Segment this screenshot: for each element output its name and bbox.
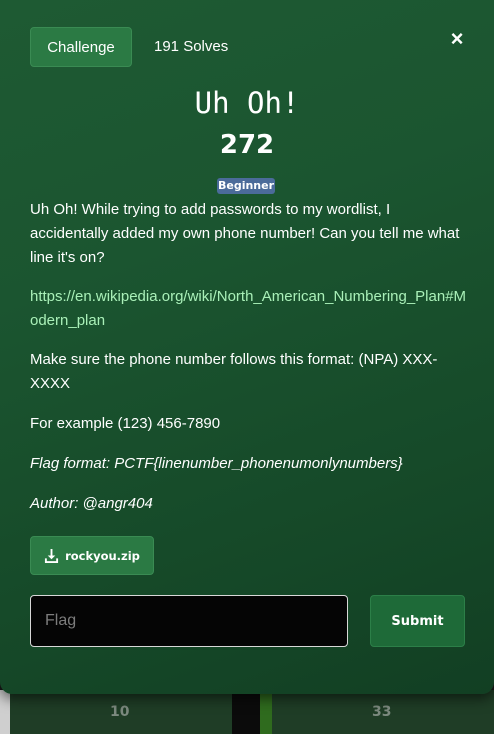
close-icon[interactable]: × [446, 28, 468, 50]
background-card-right[interactable]: 33 [272, 690, 494, 734]
download-file-label: rockyou.zip [65, 548, 140, 563]
background-challenge-grid: 10 33 [0, 690, 494, 734]
format-example: For example (123) 456-7890 [30, 415, 221, 432]
description-link-paragraph: https://en.wikipedia.org/wiki/North_Amer… [30, 285, 470, 333]
background-card-left-value: 10 [110, 704, 130, 720]
wikipedia-link[interactable]: https://en.wikipedia.org/wiki/North_Amer… [30, 288, 466, 329]
background-card-left[interactable]: 10 [10, 690, 232, 734]
flag-format: Flag format: PCTF{linenumber_phonenumonl… [30, 455, 403, 472]
challenge-modal: Challenge 191 Solves × Uh Oh! 272 Beginn… [0, 0, 494, 694]
challenge-points: 272 [219, 130, 275, 160]
download-icon [45, 548, 59, 563]
solves-link[interactable]: 191 Solves [154, 38, 228, 55]
submit-button[interactable]: Submit [370, 595, 465, 647]
flag-input[interactable] [30, 595, 348, 647]
background-accent-bar [260, 690, 272, 734]
background-card-right-value: 33 [372, 704, 392, 720]
author-credit: Author: @angr404 [30, 495, 153, 512]
tab-challenge[interactable]: Challenge [30, 27, 132, 67]
download-file-button[interactable]: rockyou.zip [30, 536, 154, 575]
format-instructions: Make sure the phone number follows this … [30, 351, 438, 392]
background-divider [232, 690, 260, 734]
difficulty-badge: Beginner [217, 178, 275, 194]
description-paragraph: Uh Oh! While trying to add passwords to … [30, 201, 460, 266]
background-edge-strip [0, 690, 10, 734]
challenge-title: Uh Oh! [194, 86, 300, 120]
